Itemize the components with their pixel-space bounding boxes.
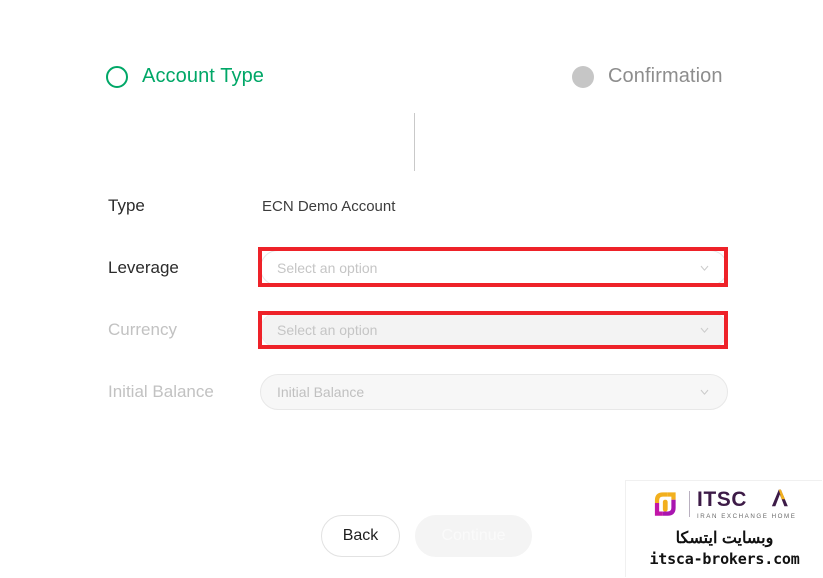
progress-stepper: Account Type Confirmation — [0, 55, 823, 171]
step-confirmation-label: Confirmation — [608, 65, 723, 87]
watermark-url: itsca-brokers.com — [649, 550, 800, 568]
initial-balance-select[interactable]: Initial Balance — [260, 374, 728, 410]
step-confirmation[interactable]: Confirmation — [572, 65, 723, 88]
form-row-currency: Currency Select an option — [108, 310, 748, 350]
initial-balance-placeholder: Initial Balance — [277, 384, 365, 400]
circle-outline-icon — [106, 65, 128, 88]
stepper-divider — [414, 113, 415, 171]
watermark-separator — [689, 491, 690, 517]
type-label: Type — [108, 196, 145, 215]
itsca-wordmark-icon: ITSC — [697, 488, 788, 511]
type-value: ECN Demo Account — [262, 197, 396, 215]
leverage-select-placeholder: Select an option — [277, 260, 378, 276]
watermark-overlay: ITSC IRAN EXCHANGE HOME وبسایت ایتسکا it… — [626, 481, 823, 578]
itsca-logo-icon — [654, 492, 676, 516]
watermark-wordmark: ITSC IRAN EXCHANGE HOME — [697, 488, 801, 520]
step-account-type-label: Account Type — [142, 65, 265, 87]
form-row-initial-balance: Initial Balance Initial Balance — [108, 372, 748, 412]
currency-select[interactable]: Select an option — [260, 312, 728, 348]
currency-label: Currency — [108, 320, 177, 339]
step-account-type[interactable]: Account Type — [106, 65, 264, 88]
watermark-tagline: IRAN EXCHANGE HOME — [697, 513, 797, 520]
continue-button[interactable]: Continue — [415, 515, 532, 557]
leverage-label: Leverage — [108, 258, 179, 277]
circle-filled-icon — [572, 65, 594, 88]
chevron-down-icon — [700, 389, 709, 395]
svg-text:ITSC: ITSC — [697, 488, 747, 511]
form-actions: Back Continue — [321, 515, 532, 557]
currency-select-placeholder: Select an option — [277, 322, 378, 338]
back-button[interactable]: Back — [321, 515, 400, 557]
watermark-persian-text: وبسایت ایتسکا — [675, 530, 774, 547]
form-row-leverage: Leverage Select an option — [108, 248, 748, 288]
watermark-logo-row: ITSC IRAN EXCHANGE HOME — [648, 487, 801, 521]
form-row-type: Type ECN Demo Account — [108, 186, 748, 226]
chevron-down-icon — [700, 327, 709, 333]
leverage-select[interactable]: Select an option — [260, 250, 728, 286]
initial-balance-label: Initial Balance — [108, 382, 214, 401]
chevron-down-icon — [700, 265, 709, 271]
